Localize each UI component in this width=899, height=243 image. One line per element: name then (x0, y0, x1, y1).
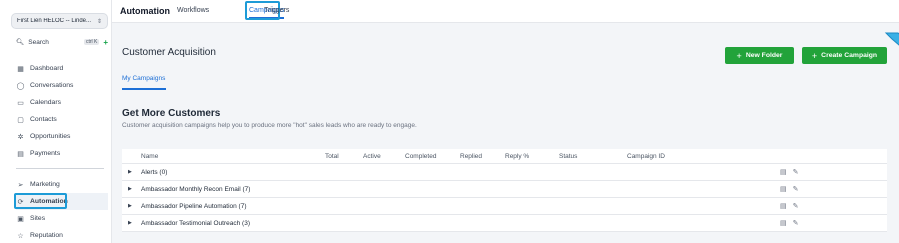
copy-icon[interactable]: ▤ (780, 168, 787, 176)
sidebar-item-label: Sites (30, 215, 46, 222)
sidebar-item-label: Opportunities (30, 133, 71, 140)
column-header[interactable]: Active (363, 153, 381, 160)
expand-caret-icon[interactable]: ▶ (128, 203, 132, 209)
column-header[interactable]: Campaign ID (627, 153, 665, 160)
folder-name[interactable]: Alerts (0) (141, 169, 167, 176)
new-folder-button[interactable]: + New Folder (725, 47, 794, 64)
calendar-icon: ▭ (17, 99, 24, 107)
copy-icon[interactable]: ▤ (780, 185, 787, 193)
section-title: Get More Customers (122, 108, 221, 119)
top-bar: Automation Workflows Campaigns (112, 0, 899, 23)
table-header: Name Total Active Completed Replied Repl… (122, 149, 887, 164)
sidebar-item-label: Conversations (30, 82, 74, 89)
folder-name[interactable]: Ambassador Pipeline Automation (7) (141, 203, 247, 210)
column-header[interactable]: Replied (460, 153, 482, 160)
table-row[interactable]: ▶ Ambassador Pipeline Automation (7) ▤ ✎ (122, 198, 887, 215)
column-header[interactable]: Completed (405, 153, 436, 160)
tab-my-campaigns[interactable]: My Campaigns (122, 75, 165, 82)
table-row[interactable]: ▶ Ambassador Monthly Recon Email (7) ▤ ✎ (122, 181, 887, 198)
search-shortcut: ctrl K (83, 39, 100, 45)
chevron-updown-icon: ⇕ (96, 18, 102, 25)
edit-icon[interactable]: ✎ (793, 202, 799, 210)
contacts-icon: ▢ (17, 116, 24, 124)
sidebar-item-label: Calendars (30, 99, 61, 106)
sidebar-item-label: Reputation (30, 232, 63, 239)
create-campaign-label: Create Campaign (821, 52, 878, 59)
copy-icon[interactable]: ▤ (780, 202, 787, 210)
sidebar-item-label: Marketing (30, 181, 60, 188)
grid-icon: ▦ (17, 65, 24, 73)
sidebar-item-contacts[interactable]: ▢ Contacts (16, 111, 108, 128)
automation-highlight-box (14, 193, 67, 209)
sidebar-item-reputation[interactable]: ☆ Reputation (16, 227, 108, 243)
table-row[interactable]: ▶ Alerts (0) ▤ ✎ (122, 164, 887, 181)
sidebar-item-marketing[interactable]: ➢ Marketing (16, 176, 108, 193)
search-label: Search (28, 38, 49, 46)
plus-icon: + (736, 50, 742, 61)
column-header[interactable]: Status (559, 153, 577, 160)
expand-caret-icon[interactable]: ▶ (128, 169, 132, 175)
plus-icon: + (811, 50, 818, 61)
folder-name[interactable]: Ambassador Testimonial Outreach (3) (141, 220, 250, 227)
page-title: Customer Acquisition (122, 47, 216, 58)
chat-icon: ◯ (16, 82, 25, 90)
sidebar-item-payments[interactable]: ▤ Payments (16, 145, 108, 162)
sidebar-item-label: Payments (30, 150, 61, 157)
sidebar-item-opportunities[interactable]: ✲ Opportunities (16, 128, 108, 145)
sidebar-item-dashboard[interactable]: ▦ Dashboard (16, 60, 108, 77)
new-folder-label: New Folder (745, 52, 783, 59)
campaigns-table: Name Total Active Completed Replied Repl… (122, 149, 887, 232)
tab-triggers[interactable]: Triggers (264, 7, 289, 14)
copy-icon[interactable]: ▤ (780, 219, 787, 227)
section-description: Customer acquisition campaigns help you … (122, 122, 417, 129)
send-icon: ➢ (17, 181, 24, 189)
sidebar-item-sites[interactable]: ▣ Sites (16, 210, 108, 227)
tab-underline (122, 88, 166, 90)
search-icon: 🔍︎ (16, 39, 25, 46)
tab-workflows[interactable]: Workflows (177, 7, 209, 14)
sidebar-divider (16, 168, 104, 169)
edit-icon[interactable]: ✎ (793, 185, 799, 193)
edit-icon[interactable]: ✎ (793, 219, 799, 227)
edit-icon[interactable]: ✎ (793, 168, 799, 176)
star-icon: ☆ (17, 232, 24, 240)
folder-name[interactable]: Ambassador Monthly Recon Email (7) (141, 186, 250, 193)
sidebar-nav-secondary: ➢ Marketing ⟳ Automation ▣ Sites ☆ Reput… (16, 176, 108, 243)
expand-caret-icon[interactable]: ▶ (128, 186, 132, 192)
expand-caret-icon[interactable]: ▶ (128, 220, 132, 226)
sites-icon: ▣ (17, 215, 24, 223)
account-name: First Lien HELOC -- Linde... (17, 18, 92, 24)
create-campaign-button[interactable]: + Create Campaign (802, 47, 887, 64)
sidebar-item-label: Dashboard (30, 65, 64, 72)
search-bar[interactable]: 🔍︎ Search ctrl K + (16, 36, 108, 48)
sidebar: First Lien HELOC -- Linde... ⇕ 🔍︎ Search… (0, 0, 112, 243)
sidebar-item-label: Contacts (30, 116, 57, 123)
quick-add-icon[interactable]: + (103, 38, 108, 47)
sidebar-item-calendars[interactable]: ▭ Calendars (16, 94, 108, 111)
page-section-title: Automation (120, 6, 170, 16)
main-content: Customer Acquisition + New Folder + Crea… (112, 23, 899, 243)
account-switcher[interactable]: First Lien HELOC -- Linde... ⇕ (11, 13, 108, 29)
pointer-arrow-icon (884, 32, 899, 46)
sidebar-item-conversations[interactable]: ◯ Conversations (16, 77, 108, 94)
opportunities-icon: ✲ (17, 133, 24, 141)
column-header[interactable]: Reply % (505, 153, 529, 160)
table-row[interactable]: ▶ Ambassador Testimonial Outreach (3) ▤ ✎ (122, 215, 887, 232)
sidebar-nav: ▦ Dashboard ◯ Conversations ▭ Calendars … (16, 60, 108, 162)
column-header[interactable]: Name (141, 153, 158, 160)
column-header[interactable]: Total (325, 153, 339, 160)
payments-icon: ▤ (17, 150, 24, 158)
